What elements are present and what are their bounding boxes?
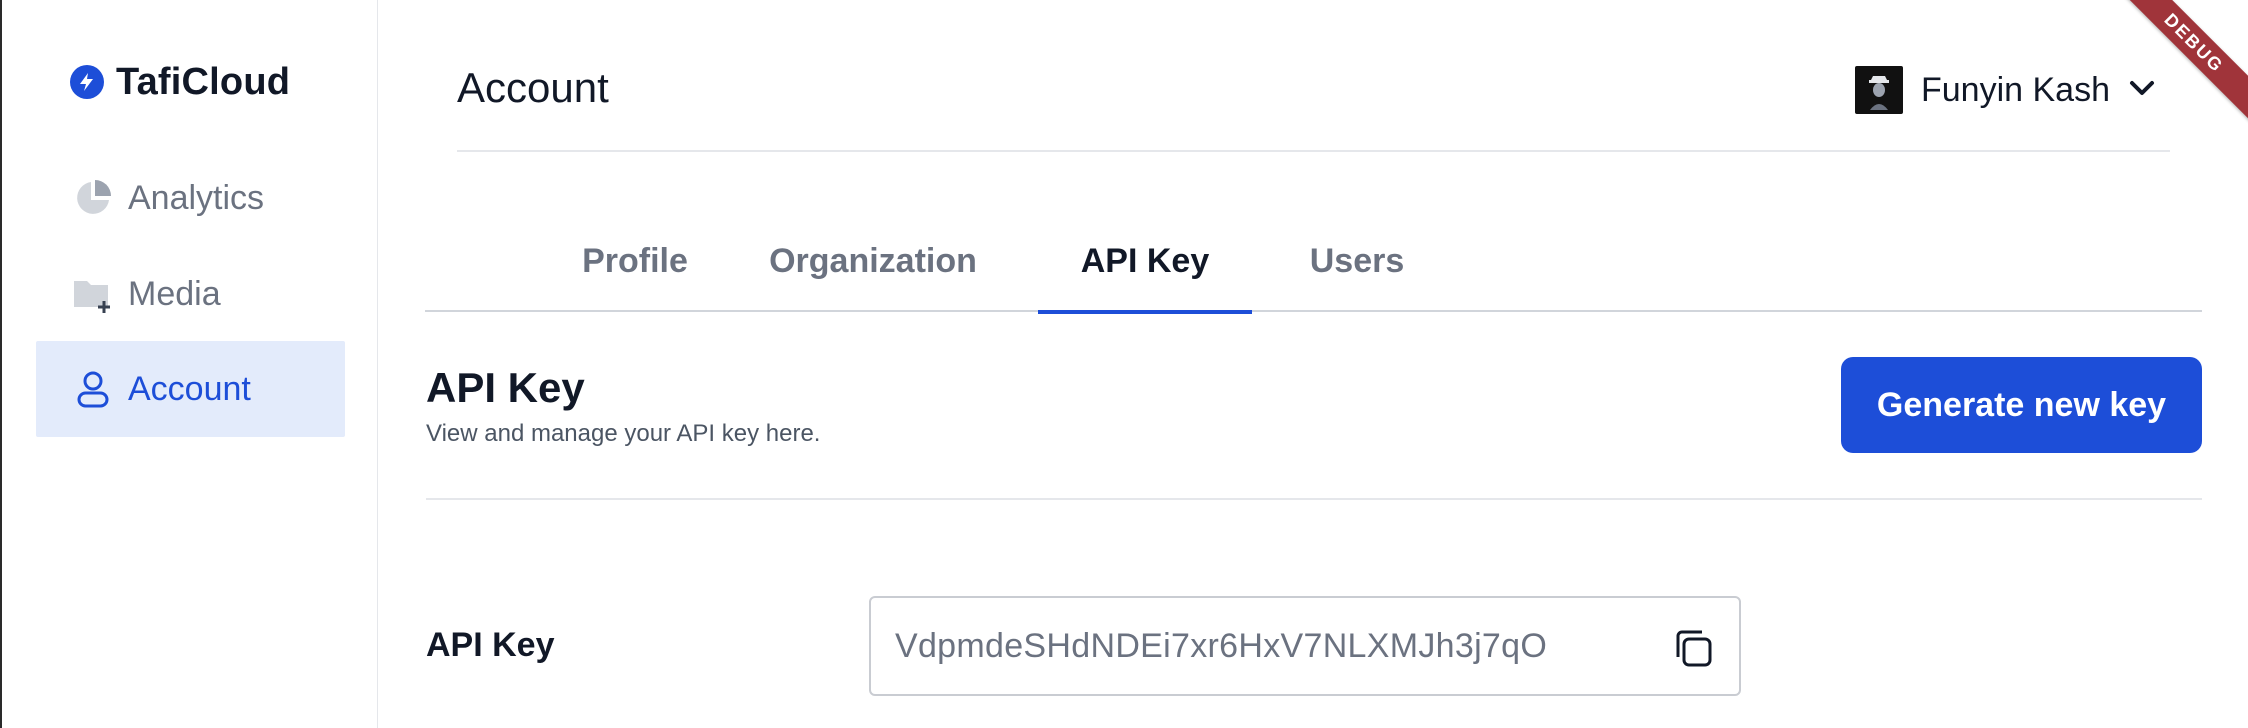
sidebar-item-media[interactable]: Media bbox=[36, 246, 345, 342]
copy-icon[interactable] bbox=[1671, 626, 1715, 670]
tab-api-key[interactable]: API Key bbox=[1038, 232, 1252, 314]
sidebar-item-account[interactable]: Account bbox=[36, 341, 345, 437]
generate-new-key-button[interactable]: Generate new key bbox=[1841, 357, 2202, 453]
page-title: Account bbox=[457, 64, 609, 111]
user-menu[interactable]: Funyin Kash bbox=[1855, 64, 2156, 116]
user-name: Funyin Kash bbox=[1921, 70, 2110, 109]
header-divider bbox=[457, 150, 2170, 152]
sidebar-item-label: Media bbox=[128, 274, 221, 313]
section-subtitle: View and manage your API key here. bbox=[426, 420, 821, 447]
tab-organization[interactable]: Organization bbox=[765, 232, 981, 312]
tab-profile[interactable]: Profile bbox=[561, 232, 709, 312]
chevron-down-icon[interactable] bbox=[2128, 78, 2156, 103]
taficloud-logo-icon bbox=[70, 65, 104, 99]
user-icon bbox=[72, 368, 114, 410]
sidebar-item-label: Analytics bbox=[128, 178, 265, 217]
api-key-value[interactable]: VdpmdeSHdNDEi7xr6HxV7NLXMJh3j7qO bbox=[895, 627, 1547, 666]
sidebar-item-analytics[interactable]: Analytics bbox=[36, 150, 345, 246]
api-key-field[interactable]: VdpmdeSHdNDEi7xr6HxV7NLXMJh3j7qO bbox=[869, 596, 1741, 696]
api-key-label: API Key bbox=[426, 626, 555, 664]
app-window: TafiCloud Analytics Media Account Accoun… bbox=[0, 0, 2248, 728]
tab-users[interactable]: Users bbox=[1292, 232, 1422, 312]
sidebar: TafiCloud Analytics Media Account bbox=[4, 0, 378, 728]
sidebar-item-label: Account bbox=[128, 369, 251, 408]
avatar bbox=[1855, 66, 1903, 114]
section-title: API Key bbox=[426, 364, 585, 411]
pie-chart-icon bbox=[72, 177, 114, 219]
folder-add-icon bbox=[72, 273, 114, 315]
brand[interactable]: TafiCloud bbox=[70, 58, 290, 106]
tab-bar: Profile Organization API Key Users bbox=[425, 232, 2202, 314]
section-divider bbox=[426, 498, 2202, 500]
brand-name: TafiCloud bbox=[116, 60, 291, 103]
